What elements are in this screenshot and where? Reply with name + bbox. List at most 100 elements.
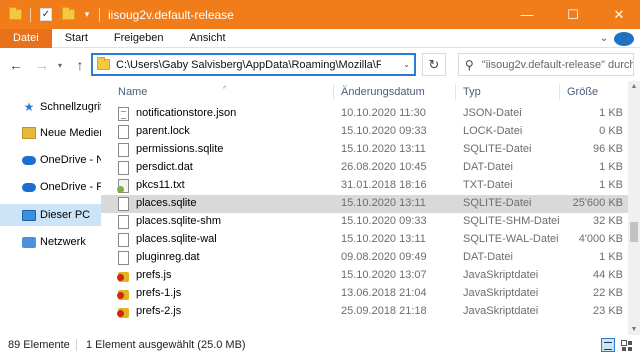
file-row[interactable]: prefs.js 15.10.2020 13:07 JavaSkriptdate… xyxy=(101,267,628,285)
file-icon xyxy=(118,107,129,121)
file-row[interactable]: places.sqlite-wal 15.10.2020 13:11 SQLIT… xyxy=(101,231,628,249)
scroll-down-icon[interactable]: ▼ xyxy=(628,326,640,333)
file-type: DAT-Datei xyxy=(463,161,513,173)
help-icon[interactable]: ? xyxy=(614,31,634,46)
sidebar-item-label: Neue Medien xyxy=(40,127,101,139)
address-bar[interactable]: C:\Users\Gaby Salvisberg\AppData\Roaming… xyxy=(91,53,416,76)
file-type: LOCK-Datei xyxy=(463,125,523,137)
refresh-button[interactable]: ↻ xyxy=(422,53,446,76)
file-date: 15.10.2020 13:11 xyxy=(341,143,426,155)
file-name: prefs-1.js xyxy=(136,287,182,299)
file-date: 10.10.2020 11:30 xyxy=(341,107,426,119)
column-divider[interactable] xyxy=(559,84,560,100)
tab-start[interactable]: Start xyxy=(52,29,101,48)
search-placeholder: "iisoug2v.default-release" durchsuchen xyxy=(481,58,633,71)
file-row[interactable]: pkcs11.txt 31.01.2018 18:16 TXT-Datei 1 … xyxy=(101,177,628,195)
file-size: 23 KB xyxy=(593,305,623,317)
file-size: 1 KB xyxy=(599,161,623,173)
file-date: 13.06.2018 21:04 xyxy=(341,287,427,299)
sidebar-item-onedrive-netzwerk[interactable]: OneDrive - Netzwerk xyxy=(0,149,101,171)
scroll-up-icon[interactable]: ▲ xyxy=(628,83,640,90)
js-file-icon xyxy=(117,287,129,301)
network-icon xyxy=(22,236,36,248)
details-view-icon[interactable] xyxy=(601,338,615,352)
sidebar-item-netzwerk[interactable]: Netzwerk xyxy=(0,231,101,253)
file-name: persdict.dat xyxy=(136,161,193,173)
file-icon xyxy=(118,251,129,265)
sidebar-item-neue-medien[interactable]: Neue Medien xyxy=(0,122,101,144)
file-size: 96 KB xyxy=(593,143,623,155)
address-path[interactable]: C:\Users\Gaby Salvisberg\AppData\Roaming… xyxy=(116,59,381,71)
file-row[interactable]: parent.lock 15.10.2020 09:33 LOCK-Datei … xyxy=(101,123,628,141)
file-row[interactable]: notificationstore.json 10.10.2020 11:30 … xyxy=(101,105,628,123)
file-row[interactable]: prefs-1.js 13.06.2018 21:04 JavaSkriptda… xyxy=(101,285,628,303)
column-divider[interactable] xyxy=(455,84,456,100)
file-size: 4'000 KB xyxy=(578,233,623,245)
column-headers: ^ Name Änderungsdatum Typ Größe xyxy=(101,81,628,103)
column-header-type[interactable]: Typ xyxy=(463,86,481,98)
minimize-button[interactable]: — xyxy=(504,0,550,29)
cloud-icon xyxy=(22,182,36,192)
back-button[interactable]: ← xyxy=(6,55,26,75)
file-date: 15.10.2020 09:33 xyxy=(341,215,427,227)
star-icon: ★ xyxy=(23,100,35,114)
close-icon: ✕ xyxy=(613,6,625,22)
file-type: SQLITE-Datei xyxy=(463,197,532,209)
sidebar-item-dieser-pc[interactable]: Dieser PC xyxy=(0,204,101,226)
new-folder-icon[interactable] xyxy=(61,7,75,22)
column-divider[interactable] xyxy=(333,84,334,100)
file-name: places.sqlite-wal xyxy=(136,233,217,245)
refresh-icon: ↻ xyxy=(428,56,440,72)
file-row[interactable]: permissions.sqlite 15.10.2020 13:11 SQLI… xyxy=(101,141,628,159)
search-input[interactable]: ⚲ "iisoug2v.default-release" durchsuchen xyxy=(458,53,634,76)
forward-button[interactable]: → xyxy=(32,55,52,75)
file-size: 25'600 KB xyxy=(572,197,623,209)
vertical-scrollbar[interactable]: ▲ ▼ xyxy=(628,81,640,335)
column-header-size[interactable]: Größe xyxy=(567,86,598,98)
expand-ribbon-icon[interactable]: ⌄ xyxy=(594,33,614,44)
sidebar-item-label: Netzwerk xyxy=(40,236,86,248)
large-icons-view-icon[interactable] xyxy=(619,338,633,352)
file-row[interactable]: pluginreg.dat 09.08.2020 09:49 DAT-Datei… xyxy=(101,249,628,267)
file-icon xyxy=(118,143,129,157)
ribbon-tabs: Datei Start Freigeben Ansicht ⌄ ? xyxy=(0,28,640,48)
navigation-bar: ← → ▾ ↑ C:\Users\Gaby Salvisberg\AppData… xyxy=(0,48,640,81)
file-row-selected[interactable]: places.sqlite 15.10.2020 13:11 SQLITE-Da… xyxy=(101,195,628,213)
tab-ansicht[interactable]: Ansicht xyxy=(176,29,238,48)
file-name: parent.lock xyxy=(136,125,190,137)
sidebar-item-label: OneDrive - Netzwerk xyxy=(40,154,101,166)
arrow-left-icon: ← xyxy=(9,57,23,73)
tab-freigeben[interactable]: Freigeben xyxy=(101,29,177,48)
customize-quick-access-icon[interactable]: ▾ xyxy=(83,8,91,22)
file-size: 1 KB xyxy=(599,251,623,263)
file-size: 1 KB xyxy=(599,107,623,119)
scrollbar-thumb[interactable] xyxy=(630,222,638,242)
up-button[interactable]: ↑ xyxy=(70,55,90,75)
file-row[interactable]: persdict.dat 26.08.2020 10:45 DAT-Datei … xyxy=(101,159,628,177)
file-date: 15.10.2020 09:33 xyxy=(341,125,427,137)
sidebar-item-schnellzugriff[interactable]: ★ Schnellzugriff xyxy=(0,96,101,118)
maximize-button[interactable]: ☐ xyxy=(550,0,596,29)
js-file-icon xyxy=(117,305,129,319)
column-header-date[interactable]: Änderungsdatum xyxy=(341,86,425,98)
folder-icon[interactable] xyxy=(8,7,22,22)
file-row[interactable]: prefs-2.js 25.09.2018 21:18 JavaSkriptda… xyxy=(101,303,628,321)
close-button[interactable]: ✕ xyxy=(596,0,640,29)
file-type: JavaSkriptdatei xyxy=(463,305,539,317)
file-type: SQLITE-WAL-Datei xyxy=(463,233,559,245)
sidebar-item-onedrive-personal[interactable]: OneDrive - Personal xyxy=(0,176,101,198)
properties-icon[interactable]: ✓ xyxy=(39,8,53,22)
status-bar: 89 Elemente 1 Element ausgewählt (25.0 M… xyxy=(0,335,640,355)
folder-icon xyxy=(22,127,36,139)
recent-locations-button[interactable]: ▾ xyxy=(54,55,66,75)
sidebar-item-label: Schnellzugriff xyxy=(40,101,101,113)
chevron-down-icon[interactable]: ⌄ xyxy=(403,60,410,69)
tab-datei[interactable]: Datei xyxy=(0,28,52,48)
file-row[interactable]: places.sqlite-shm 15.10.2020 09:33 SQLIT… xyxy=(101,213,628,231)
file-date: 26.08.2020 10:45 xyxy=(341,161,427,173)
file-icon xyxy=(118,197,129,211)
arrow-right-icon: → xyxy=(35,57,49,73)
column-header-name[interactable]: Name xyxy=(118,86,147,98)
file-date: 15.10.2020 13:07 xyxy=(341,269,427,281)
file-date: 15.10.2020 13:11 xyxy=(341,233,426,245)
